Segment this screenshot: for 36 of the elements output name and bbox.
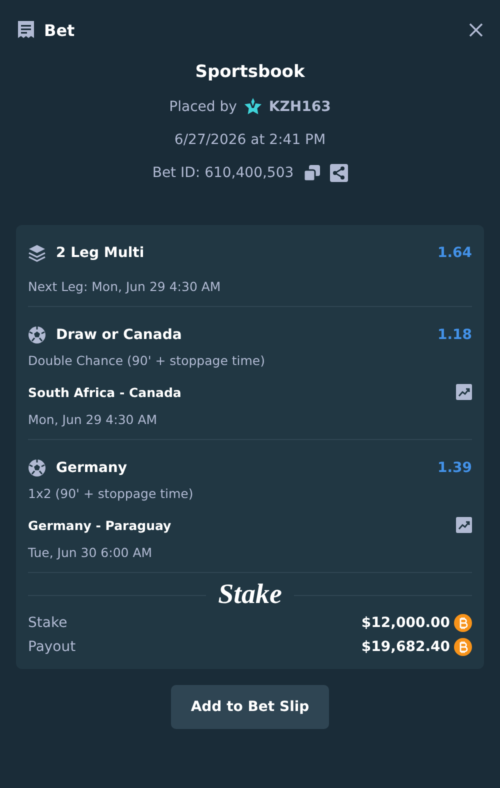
selection-name: Germany <box>56 460 128 476</box>
bitcoin-icon <box>454 614 472 632</box>
next-leg-time: Next Leg: Mon, Jun 29 4:30 AM <box>28 279 222 294</box>
selection-name: Draw or Canada <box>56 327 182 343</box>
total-label: Stake <box>28 615 68 631</box>
username-link[interactable]: KZH163 <box>268 98 331 114</box>
trend-chart-icon[interactable] <box>456 517 472 533</box>
placed-date: 6/27/2026 at 2:41 PM <box>174 130 326 150</box>
brand-logo: Stake <box>218 579 282 611</box>
bet-id: Bet ID: 610,400,503 <box>152 164 294 180</box>
copy-icon[interactable] <box>302 164 321 182</box>
soccer-ball-icon <box>28 326 46 344</box>
layers-icon <box>28 244 46 262</box>
total-amount: $12,000.00 <box>361 615 450 631</box>
market-name: Double Chance (90' + stoppage time) <box>28 353 266 368</box>
placed-by-label: Placed by <box>169 98 237 114</box>
match-time: Tue, Jun 30 6:00 AM <box>28 545 154 560</box>
match-name[interactable]: South Africa - Canada <box>28 384 182 400</box>
soccer-ball-icon <box>28 459 46 477</box>
odds-value: 1.18 <box>437 327 472 343</box>
add-to-bet-slip-button[interactable]: Add to Bet Slip <box>170 685 330 729</box>
odds-value: 1.39 <box>437 460 472 476</box>
odds-value: 1.64 <box>437 245 472 261</box>
receipt-icon <box>16 20 36 40</box>
bitcoin-icon <box>454 638 472 656</box>
match-time: Mon, Jun 29 4:30 AM <box>28 412 158 427</box>
close-icon[interactable] <box>468 22 484 38</box>
market-name: 1x2 (90' + stoppage time) <box>28 486 194 501</box>
share-icon[interactable] <box>330 164 348 182</box>
bet-source-title: Sportsbook <box>195 62 305 84</box>
trend-chart-icon[interactable] <box>456 384 472 400</box>
multi-title: 2 Leg Multi <box>56 245 144 261</box>
total-label: Payout <box>28 639 76 655</box>
dialog-title: Bet <box>44 20 75 40</box>
total-amount: $19,682.40 <box>361 639 450 655</box>
match-name[interactable]: Germany - Paraguay <box>28 518 172 532</box>
